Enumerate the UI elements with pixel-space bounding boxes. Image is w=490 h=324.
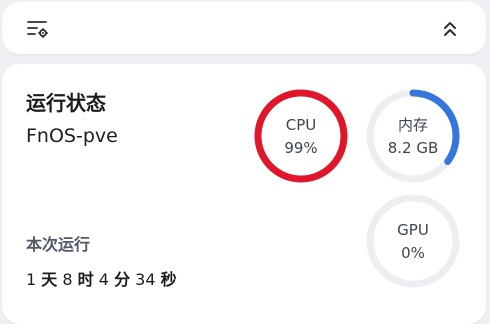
uptime-minutes-unit: 分 (114, 270, 131, 289)
hostname: FnOS-pve (26, 125, 118, 147)
uptime-minutes: 4 (98, 270, 109, 289)
double-chevron-up-icon[interactable] (438, 17, 462, 41)
gpu-gauge: GPU 0% (365, 193, 461, 289)
cpu-label: CPU (285, 116, 317, 134)
uptime-hours-unit: 时 (77, 270, 94, 289)
uptime-hours: 8 (62, 270, 73, 289)
cpu-gauge: CPU 99% (253, 88, 349, 184)
status-title: 运行状态 (26, 91, 106, 115)
top-toolbar (2, 2, 486, 54)
uptime-seconds: 34 (135, 270, 156, 289)
system-status-card: 运行状态 FnOS-pve 本次运行 1 天 8 时 4 分 34 秒 CPU … (2, 64, 486, 324)
gpu-value: 0% (401, 244, 425, 262)
settings-list-icon[interactable] (26, 17, 50, 41)
memory-value: 8.2 GB (387, 139, 439, 157)
uptime-seconds-unit: 秒 (160, 270, 177, 289)
memory-label: 内存 (397, 116, 428, 134)
cpu-value: 99% (284, 139, 318, 157)
uptime-value: 1 天 8 时 4 分 34 秒 (26, 269, 177, 291)
uptime-days-unit: 天 (41, 270, 58, 289)
cpu-gauge-arc (254, 89, 348, 183)
gpu-label: GPU (397, 221, 429, 239)
uptime-days: 1 (26, 270, 37, 289)
memory-gauge: 内存 8.2 GB (365, 88, 461, 184)
uptime-label: 本次运行 (26, 235, 91, 254)
